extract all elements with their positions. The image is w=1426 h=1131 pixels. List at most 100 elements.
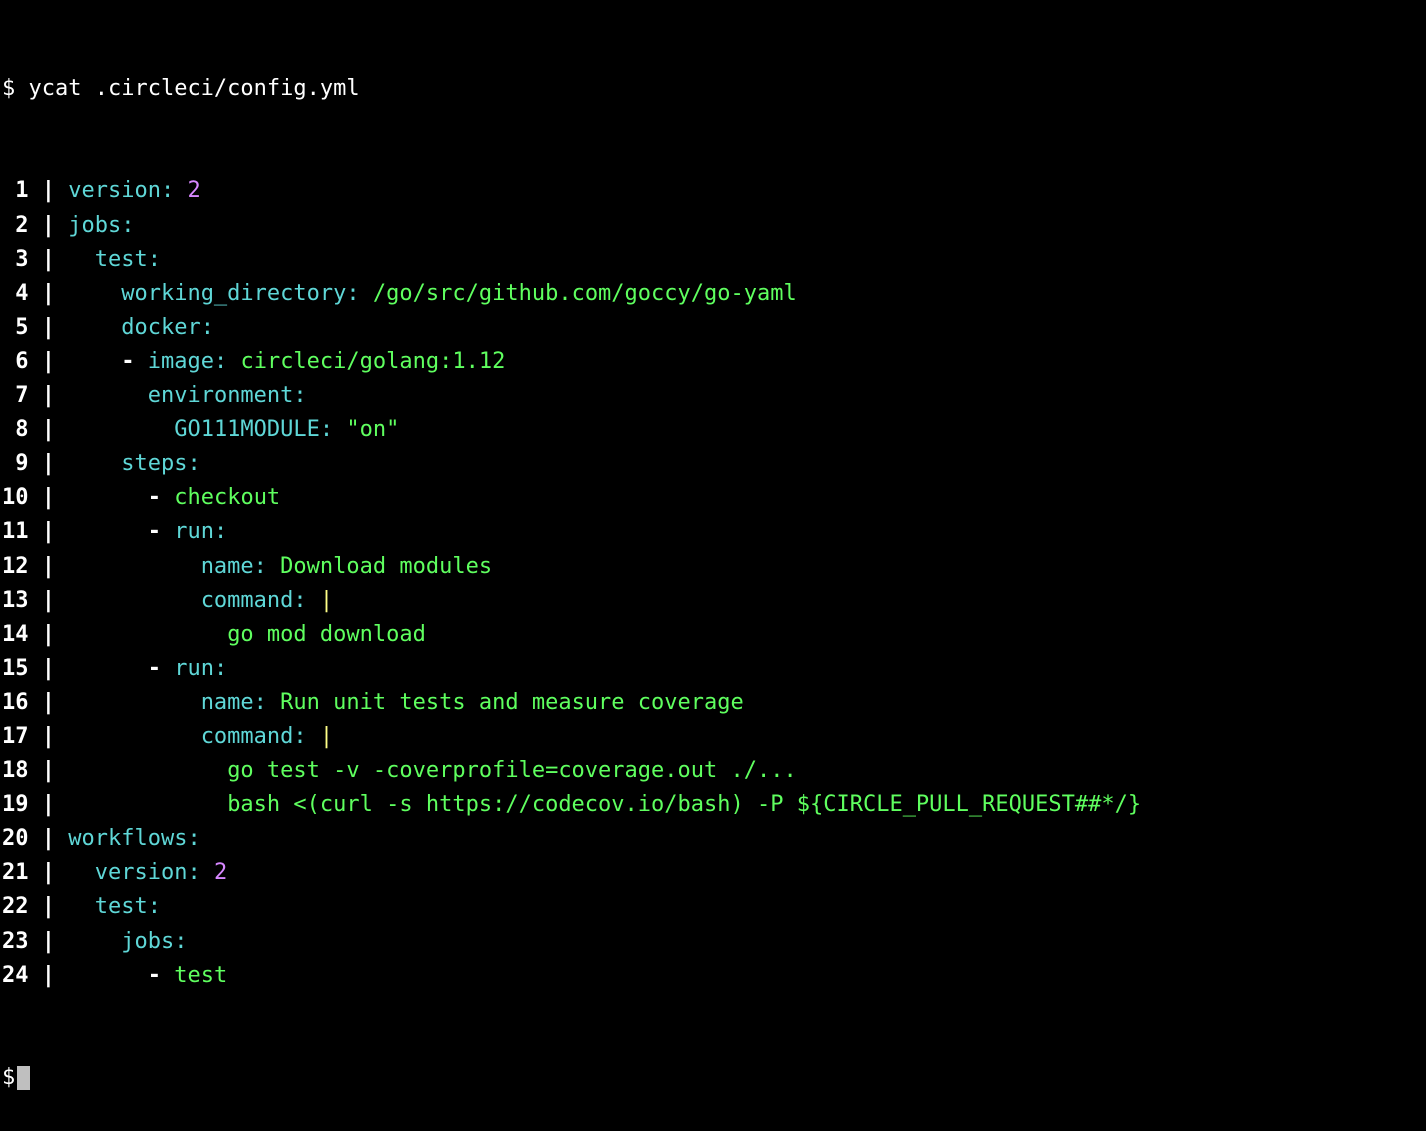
token: Run unit tests and measure coverage [280,690,744,715]
token [68,690,200,715]
token: : [121,213,134,238]
token: : [174,929,187,954]
line-number: 16 [2,686,28,720]
token: "on" [346,417,399,442]
token: : [254,690,281,715]
prompt-line[interactable]: $ [2,1061,1424,1095]
terminal[interactable]: $ ycat .circleci/config.yml 1 | version:… [0,0,1426,1131]
token: - [148,485,175,510]
token: - [148,519,175,544]
token: - [148,656,175,681]
token: GO111MODULE [174,417,320,442]
token: version [68,178,161,203]
line-number: 22 [2,890,28,924]
token: 2 [187,178,200,203]
line-number: 20 [2,822,28,856]
code-line: 16 | name: Run unit tests and measure co… [2,686,1424,720]
line-number: 21 [2,856,28,890]
token: : [293,588,320,613]
token: image [148,349,214,374]
code-line: 7 | environment: [2,379,1424,413]
token: checkout [174,485,280,510]
code-line: 3 | test: [2,243,1424,277]
token [68,792,227,817]
token: /go/src/github.com/goccy/go-yaml [373,281,797,306]
gutter-separator: | [28,519,68,544]
gutter-separator: | [28,349,68,374]
line-number: 17 [2,720,28,754]
token [68,622,227,647]
code-line: 10 | - checkout [2,481,1424,515]
command-text: ycat .circleci/config.yml [29,76,360,101]
line-number: 14 [2,618,28,652]
token: | [320,724,333,749]
token [68,588,200,613]
file-output: 1 | version: 22 | jobs:3 | test:4 | work… [2,174,1424,992]
prompt-symbol: $ [2,1065,15,1090]
gutter-separator: | [28,963,68,988]
gutter-separator: | [28,554,68,579]
token: : [346,281,373,306]
token [68,758,227,783]
token: : [214,519,227,544]
line-number: 13 [2,584,28,618]
token [68,349,121,374]
gutter-separator: | [28,656,68,681]
line-number: 24 [2,959,28,993]
token: environment [148,383,294,408]
gutter-separator: | [28,451,68,476]
code-line: 20 | workflows: [2,822,1424,856]
token: run [174,519,214,544]
token: go test -v -coverprofile=coverage.out ./… [227,758,797,783]
token [68,417,174,442]
gutter-separator: | [28,724,68,749]
line-number: 4 [2,277,28,311]
token: : [187,451,200,476]
gutter-separator: | [28,213,68,238]
token: : [320,417,347,442]
token: docker [121,315,200,340]
code-line: 13 | command: | [2,584,1424,618]
line-number: 11 [2,515,28,549]
code-line: 19 | bash <(curl -s https://codecov.io/b… [2,788,1424,822]
token [68,656,147,681]
token: : [187,860,214,885]
gutter-separator: | [28,315,68,340]
token [68,485,147,510]
token: command [201,588,294,613]
code-line: 1 | version: 2 [2,174,1424,208]
line-number: 8 [2,413,28,447]
token: : [214,349,241,374]
gutter-separator: | [28,690,68,715]
gutter-separator: | [28,860,68,885]
token: working_directory [121,281,346,306]
code-line: 8 | GO111MODULE: "on" [2,413,1424,447]
code-line: 14 | go mod download [2,618,1424,652]
token [68,963,147,988]
token: - [121,349,148,374]
code-line: 21 | version: 2 [2,856,1424,890]
token: command [201,724,294,749]
code-line: 17 | command: | [2,720,1424,754]
code-line: 15 | - run: [2,652,1424,686]
token: | [320,588,333,613]
token: Download modules [280,554,492,579]
token: : [148,894,161,919]
code-line: 2 | jobs: [2,209,1424,243]
token: : [161,178,188,203]
token [68,929,121,954]
gutter-separator: | [28,894,68,919]
token: test [95,894,148,919]
line-number: 5 [2,311,28,345]
command-text [15,76,28,101]
token: jobs [68,213,121,238]
token: go mod download [227,622,426,647]
token: 2 [214,860,227,885]
token: jobs [121,929,174,954]
token: : [293,383,306,408]
gutter-separator: | [28,622,68,647]
cursor-block-icon [17,1066,30,1090]
token [68,519,147,544]
line-number: 10 [2,481,28,515]
token: : [201,315,214,340]
